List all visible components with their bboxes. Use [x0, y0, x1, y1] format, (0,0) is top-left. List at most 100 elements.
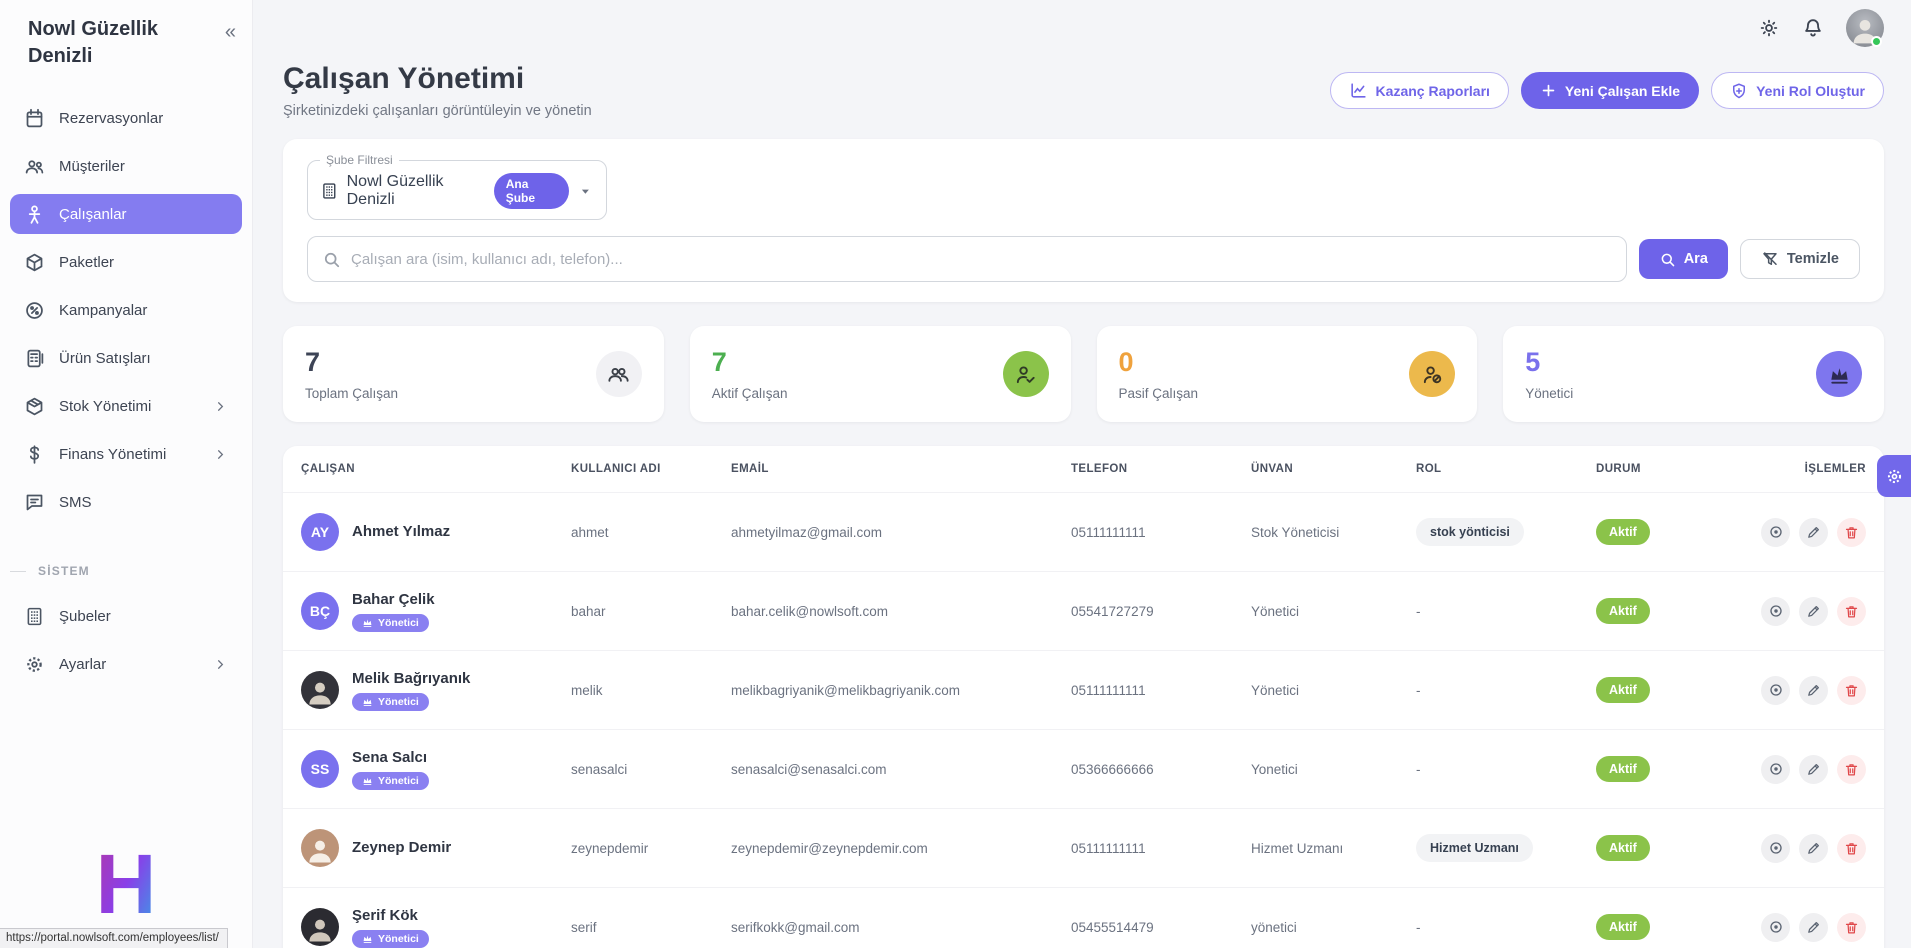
earnings-report-button[interactable]: Kazanç Raporları: [1330, 72, 1509, 109]
view-button[interactable]: [1761, 676, 1790, 705]
table-row[interactable]: AY Ahmet Yılmaz ahmet ahmetyilmaz@gmail.…: [283, 492, 1884, 571]
delete-button[interactable]: [1837, 834, 1866, 863]
sidebar-item-paketler[interactable]: Paketler: [10, 242, 242, 282]
delete-button[interactable]: [1837, 676, 1866, 705]
eye-icon: [1768, 524, 1784, 540]
sidebar-item-stok-yonetimi[interactable]: Stok Yönetimi: [10, 386, 242, 426]
edit-button[interactable]: [1799, 518, 1828, 547]
view-button[interactable]: [1761, 518, 1790, 547]
column-header: ÇALIŞAN: [301, 463, 571, 475]
table-row[interactable]: Şerif Kök Yönetici serif serifkokk@gmail…: [283, 887, 1884, 948]
new-role-button[interactable]: Yeni Rol Oluştur: [1711, 72, 1884, 109]
stat-card: 5 Yönetici: [1503, 326, 1884, 422]
sidebar-nav: Rezervasyonlar Müşteriler Çalışanlar Pak…: [0, 98, 252, 684]
header-actions: Kazanç Raporları Yeni Çalışan Ekle Yeni …: [1330, 72, 1884, 109]
status-cell: Aktif: [1596, 677, 1756, 703]
eye-icon: [1768, 682, 1784, 698]
edit-button[interactable]: [1799, 755, 1828, 784]
edit-button[interactable]: [1799, 597, 1828, 626]
employee-name: Melik Bağrıyanık: [352, 670, 470, 687]
add-employee-button[interactable]: Yeni Çalışan Ekle: [1521, 72, 1699, 109]
sidebar-item-kampanyalar[interactable]: Kampanyalar: [10, 290, 242, 330]
title-cell: Yönetici: [1251, 604, 1416, 619]
view-button[interactable]: [1761, 755, 1790, 784]
delete-button[interactable]: [1837, 913, 1866, 942]
actions-cell: [1756, 676, 1866, 705]
package-icon: [24, 252, 45, 273]
table-header-row: ÇALIŞAN KULLANICI ADI EMAİL TELEFON ÜNVA…: [283, 446, 1884, 492]
filter-card: Şube Filtresi Nowl Güzellik Denizli Ana …: [283, 139, 1884, 302]
employee-name: Zeynep Demir: [352, 839, 451, 856]
stats-row: 7 Toplam Çalışan 7 Aktif Çalışan 0 Pasif…: [283, 326, 1884, 422]
customers-icon: [24, 156, 45, 177]
trash-icon: [1844, 841, 1859, 856]
status-cell: Aktif: [1596, 519, 1756, 545]
sidebar-item-subeler[interactable]: Şubeler: [10, 596, 242, 636]
table-body: AY Ahmet Yılmaz ahmet ahmetyilmaz@gmail.…: [283, 492, 1884, 948]
sidebar-collapse-button[interactable]: «: [225, 22, 236, 42]
stat-value: 0: [1119, 347, 1199, 378]
edit-button[interactable]: [1799, 834, 1828, 863]
phone-cell: 05111111111: [1071, 841, 1251, 856]
username-cell: melik: [571, 683, 731, 698]
view-button[interactable]: [1761, 597, 1790, 626]
edit-button[interactable]: [1799, 676, 1828, 705]
sidebar-item-rezervasyonlar[interactable]: Rezervasyonlar: [10, 98, 242, 138]
sidebar-item-urun-satislari[interactable]: Ürün Satışları: [10, 338, 242, 378]
earnings-report-label: Kazanç Raporları: [1376, 83, 1490, 99]
search-row: Ara Temizle: [307, 236, 1860, 282]
table-row[interactable]: BÇ Bahar Çelik Yönetici bahar bahar.celi…: [283, 571, 1884, 650]
plus-icon: [1540, 82, 1557, 99]
sidebar-item-finans-yonetimi[interactable]: Finans Yönetimi: [10, 434, 242, 474]
username-cell: zeynepdemir: [571, 841, 731, 856]
delete-button[interactable]: [1837, 597, 1866, 626]
delete-button[interactable]: [1837, 518, 1866, 547]
stat-card: 0 Pasif Çalışan: [1097, 326, 1478, 422]
edit-button[interactable]: [1799, 913, 1828, 942]
main-content: Çalışan Yönetimi Şirketinizdeki çalışanl…: [253, 0, 1911, 948]
employee-name: Şerif Kök: [352, 907, 418, 924]
column-header: EMAİL: [731, 463, 1071, 475]
employee-cell: Zeynep Demir: [301, 829, 571, 867]
role-cell: Hizmet Uzmanı: [1416, 834, 1596, 862]
table-row[interactable]: Zeynep Demir zeynepdemir zeynepdemir@zey…: [283, 808, 1884, 887]
notifications-button[interactable]: [1802, 17, 1824, 39]
table-row[interactable]: SS Sena Salcı Yönetici senasalci senasal…: [283, 729, 1884, 808]
status-cell: Aktif: [1596, 756, 1756, 782]
trash-icon: [1844, 683, 1859, 698]
role-cell: -: [1416, 683, 1596, 698]
online-status-dot: [1871, 36, 1882, 47]
sidebar-item-musteriler[interactable]: Müşteriler: [10, 146, 242, 186]
sidebar-item-sms[interactable]: SMS: [10, 482, 242, 522]
employee-cell: Melik Bağrıyanık Yönetici: [301, 670, 571, 711]
theme-toggle-button[interactable]: [1758, 17, 1780, 39]
search-button[interactable]: Ara: [1639, 239, 1728, 279]
stat-icon: [1409, 351, 1455, 397]
phone-cell: 05455514479: [1071, 920, 1251, 935]
sidebar-item-ayarlar[interactable]: Ayarlar: [10, 644, 242, 684]
building-icon: [24, 606, 45, 627]
username-cell: ahmet: [571, 525, 731, 540]
delete-button[interactable]: [1837, 755, 1866, 784]
main-branch-badge: Ana Şube: [494, 173, 570, 209]
employee-search-input[interactable]: [351, 251, 1612, 268]
employee-avatar: [301, 671, 339, 709]
clear-filters-button[interactable]: Temizle: [1740, 239, 1860, 279]
view-button[interactable]: [1761, 913, 1790, 942]
stat-value: 7: [712, 347, 788, 378]
pencil-icon: [1806, 604, 1821, 619]
view-button[interactable]: [1761, 834, 1790, 863]
crown-icon: [362, 617, 373, 628]
search-icon: [322, 250, 341, 269]
employee-name: Sena Salcı: [352, 749, 427, 766]
table-settings-fab[interactable]: [1877, 455, 1911, 497]
column-header: İŞLEMLER: [1756, 463, 1866, 475]
sidebar-item-label: Ürün Satışları: [59, 350, 151, 367]
building-icon: [320, 181, 339, 201]
table-row[interactable]: Melik Bağrıyanık Yönetici melik melikbag…: [283, 650, 1884, 729]
employees-table: ÇALIŞAN KULLANICI ADI EMAİL TELEFON ÜNVA…: [283, 446, 1884, 948]
branch-select[interactable]: Şube Filtresi Nowl Güzellik Denizli Ana …: [307, 153, 607, 220]
sidebar-item-label: SMS: [59, 494, 92, 511]
sidebar-item-label: Stok Yönetimi: [59, 398, 151, 415]
sidebar-item-calisanlar[interactable]: Çalışanlar: [10, 194, 242, 234]
